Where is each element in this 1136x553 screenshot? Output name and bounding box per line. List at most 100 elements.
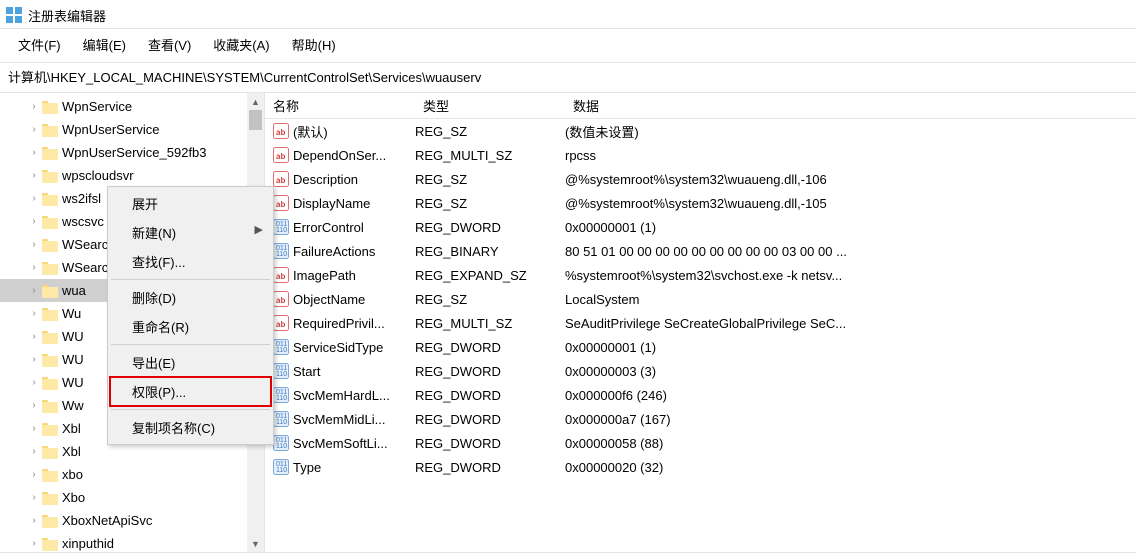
folder-icon: [42, 169, 58, 183]
value-name: DependOnSer...: [293, 148, 415, 163]
folder-icon: [42, 445, 58, 459]
chevron-right-icon[interactable]: ›: [28, 377, 40, 388]
menu-edit[interactable]: 编辑(E): [73, 33, 136, 56]
chevron-right-icon[interactable]: ›: [28, 308, 40, 319]
folder-icon: [42, 376, 58, 390]
value-data: @%systemroot%\system32\wuaueng.dll,-105: [565, 196, 1136, 211]
chevron-right-icon[interactable]: ›: [28, 423, 40, 434]
value-name: FailureActions: [293, 244, 415, 259]
scroll-down-arrow[interactable]: ▼: [247, 535, 264, 552]
tree-item-label: WU: [62, 375, 84, 390]
chevron-right-icon[interactable]: ›: [28, 331, 40, 342]
ctx-find[interactable]: 查找(F)...: [110, 247, 271, 276]
value-type: REG_SZ: [415, 124, 565, 139]
binary-value-icon: [273, 219, 289, 235]
ctx-rename[interactable]: 重命名(R): [110, 312, 271, 341]
ctx-copy-key-name[interactable]: 复制项名称(C): [110, 413, 271, 442]
ctx-new[interactable]: 新建(N) ▶: [110, 218, 271, 247]
folder-icon: [42, 123, 58, 137]
value-row[interactable]: SvcMemHardL...REG_DWORD0x000000f6 (246): [265, 383, 1136, 407]
tree-item[interactable]: ›Xbo: [0, 486, 247, 509]
value-data: rpcss: [565, 148, 1136, 163]
value-row[interactable]: FailureActionsREG_BINARY80 51 01 00 00 0…: [265, 239, 1136, 263]
tree-item-label: XboxNetApiSvc: [62, 513, 152, 528]
chevron-right-icon[interactable]: ›: [28, 101, 40, 112]
value-row[interactable]: DisplayNameREG_SZ@%systemroot%\system32\…: [265, 191, 1136, 215]
chevron-right-icon[interactable]: ›: [28, 124, 40, 135]
string-value-icon: [273, 171, 289, 187]
tree-item-label: ws2ifsl: [62, 191, 101, 206]
menu-file[interactable]: 文件(F): [8, 33, 71, 56]
value-row[interactable]: ServiceSidTypeREG_DWORD0x00000001 (1): [265, 335, 1136, 359]
tree-item[interactable]: ›wpscloudsvr: [0, 164, 247, 187]
folder-icon: [42, 307, 58, 321]
tree-item[interactable]: › xbo: [0, 463, 247, 486]
value-name: RequiredPrivil...: [293, 316, 415, 331]
col-header-data[interactable]: 数据: [565, 93, 1136, 118]
chevron-right-icon[interactable]: ›: [28, 147, 40, 158]
chevron-right-icon[interactable]: ›: [28, 239, 40, 250]
tree-item-label: xbo: [62, 467, 83, 482]
value-type: REG_DWORD: [415, 460, 565, 475]
value-data: 0x00000001 (1): [565, 340, 1136, 355]
submenu-arrow-icon: ▶: [255, 223, 263, 236]
chevron-right-icon[interactable]: ›: [28, 400, 40, 411]
value-row[interactable]: ImagePathREG_EXPAND_SZ%systemroot%\syste…: [265, 263, 1136, 287]
ctx-delete[interactable]: 删除(D): [110, 283, 271, 312]
ctx-permissions[interactable]: 权限(P)...: [110, 377, 271, 406]
value-data: @%systemroot%\system32\wuaueng.dll,-106: [565, 172, 1136, 187]
value-type: REG_DWORD: [415, 220, 565, 235]
value-row[interactable]: ErrorControlREG_DWORD0x00000001 (1): [265, 215, 1136, 239]
binary-value-icon: [273, 459, 289, 475]
chevron-right-icon[interactable]: ›: [28, 354, 40, 365]
col-header-name[interactable]: 名称: [265, 93, 415, 118]
chevron-right-icon[interactable]: ›: [28, 469, 40, 480]
value-row[interactable]: TypeREG_DWORD0x00000020 (32): [265, 455, 1136, 479]
tree-item[interactable]: ›WpnUserService: [0, 118, 247, 141]
value-row[interactable]: ObjectNameREG_SZLocalSystem: [265, 287, 1136, 311]
menu-bar: 文件(F) 编辑(E) 查看(V) 收藏夹(A) 帮助(H): [0, 29, 1136, 63]
chevron-right-icon[interactable]: ›: [28, 492, 40, 503]
folder-icon: [42, 491, 58, 505]
value-row[interactable]: RequiredPrivil...REG_MULTI_SZSeAuditPriv…: [265, 311, 1136, 335]
folder-icon: [42, 422, 58, 436]
tree-item[interactable]: ›WpnUserService_592fb3: [0, 141, 247, 164]
chevron-right-icon[interactable]: ›: [28, 285, 40, 296]
chevron-right-icon[interactable]: ›: [28, 262, 40, 273]
chevron-right-icon[interactable]: ›: [28, 193, 40, 204]
scroll-thumb[interactable]: [249, 110, 262, 130]
col-header-type[interactable]: 类型: [415, 93, 565, 118]
tree-item[interactable]: ›WpnService: [0, 95, 247, 118]
value-name: SvcMemHardL...: [293, 388, 415, 403]
chevron-right-icon[interactable]: ›: [28, 515, 40, 526]
value-row[interactable]: SvcMemSoftLi...REG_DWORD0x00000058 (88): [265, 431, 1136, 455]
folder-icon: [42, 353, 58, 367]
menu-view[interactable]: 查看(V): [138, 33, 201, 56]
folder-icon: [42, 261, 58, 275]
menu-favorites[interactable]: 收藏夹(A): [203, 33, 279, 56]
ctx-export[interactable]: 导出(E): [110, 348, 271, 377]
address-bar[interactable]: 计算机\HKEY_LOCAL_MACHINE\SYSTEM\CurrentCon…: [0, 63, 1136, 93]
chevron-right-icon[interactable]: ›: [28, 538, 40, 549]
address-path: 计算机\HKEY_LOCAL_MACHINE\SYSTEM\CurrentCon…: [8, 70, 481, 85]
tree-item[interactable]: ›xinputhid: [0, 532, 247, 552]
value-type: REG_DWORD: [415, 364, 565, 379]
value-row[interactable]: SvcMemMidLi...REG_DWORD0x000000a7 (167): [265, 407, 1136, 431]
value-row[interactable]: DependOnSer...REG_MULTI_SZrpcss: [265, 143, 1136, 167]
value-data: 0x00000003 (3): [565, 364, 1136, 379]
folder-icon: [42, 399, 58, 413]
folder-icon: [42, 468, 58, 482]
scroll-up-arrow[interactable]: ▲: [247, 93, 264, 110]
chevron-right-icon[interactable]: ›: [28, 170, 40, 181]
folder-icon: [42, 330, 58, 344]
menu-help[interactable]: 帮助(H): [282, 33, 346, 56]
value-row[interactable]: (默认)REG_SZ(数值未设置): [265, 119, 1136, 143]
value-row[interactable]: DescriptionREG_SZ@%systemroot%\system32\…: [265, 167, 1136, 191]
chevron-right-icon[interactable]: ›: [28, 446, 40, 457]
value-row[interactable]: StartREG_DWORD0x00000003 (3): [265, 359, 1136, 383]
string-value-icon: [273, 267, 289, 283]
ctx-expand[interactable]: 展开: [110, 189, 271, 218]
chevron-right-icon[interactable]: ›: [28, 216, 40, 227]
tree-item[interactable]: › XboxNetApiSvc: [0, 509, 247, 532]
tree-item-label: wscsvc: [62, 214, 104, 229]
